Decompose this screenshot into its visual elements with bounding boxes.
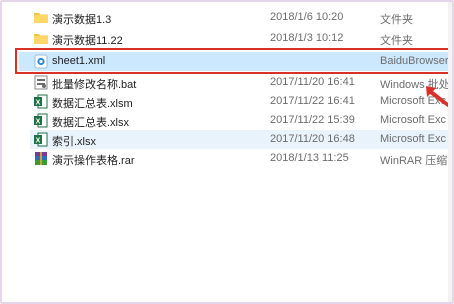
file-date: 2018/1/3 10:12 bbox=[270, 32, 344, 44]
file-date: 2017/11/20 16:41 bbox=[270, 76, 355, 88]
file-date: 2017/11/20 16:48 bbox=[270, 133, 355, 145]
file-name: 数据汇总表.xlsx bbox=[52, 117, 129, 129]
excel-file-icon: X bbox=[34, 132, 48, 147]
excel-file-icon: X bbox=[34, 113, 48, 128]
file-type: Microsoft Exc bbox=[380, 114, 447, 126]
svg-text:X: X bbox=[36, 138, 41, 145]
file-name: 演示数据1.3 bbox=[52, 14, 112, 26]
file-date: 2017/11/22 15:39 bbox=[270, 114, 355, 126]
file-name: 演示操作表格.rar bbox=[52, 155, 135, 167]
list-item[interactable]: 演示数据1.3 2018/1/6 10:20 文件夹 bbox=[30, 8, 454, 27]
list-item[interactable]: X 索引.xlsx 2017/11/20 16:48 Microsoft Exc bbox=[30, 130, 454, 149]
list-item[interactable]: 演示数据11.22 2018/1/3 10:12 文件夹 bbox=[30, 29, 454, 48]
file-type: WinRAR 压缩 bbox=[380, 155, 448, 167]
file-name: 数据汇总表.xlsm bbox=[52, 98, 133, 110]
file-list: 演示数据1.3 2018/1/6 10:20 文件夹 演示数据11.22 201… bbox=[0, 0, 454, 304]
list-item[interactable]: X 数据汇总表.xlsm 2017/11/22 16:41 Microsoft … bbox=[30, 92, 454, 111]
folder-icon bbox=[34, 10, 48, 25]
list-item[interactable]: 演示操作表格.rar 2018/1/13 11:25 WinRAR 压缩 bbox=[30, 149, 454, 168]
folder-icon bbox=[34, 31, 48, 46]
highlight-box bbox=[15, 48, 452, 74]
list-item[interactable]: X 数据汇总表.xlsx 2017/11/22 15:39 Microsoft … bbox=[30, 111, 454, 130]
svg-text:X: X bbox=[36, 119, 41, 126]
svg-text:X: X bbox=[36, 100, 41, 107]
excel-file-icon: X bbox=[34, 94, 48, 109]
file-date: 2017/11/22 16:41 bbox=[270, 95, 355, 107]
file-type: 文件夹 bbox=[380, 14, 413, 26]
scrollbar[interactable] bbox=[448, 0, 454, 304]
file-type: Microsoft Exc bbox=[380, 133, 447, 145]
file-type: 文件夹 bbox=[380, 35, 413, 47]
file-date: 2018/1/6 10:20 bbox=[270, 11, 344, 23]
rar-archive-icon bbox=[34, 151, 48, 166]
list-item[interactable]: 批量修改名称.bat 2017/11/20 16:41 Windows 批处 bbox=[30, 73, 454, 92]
file-date: 2018/1/13 11:25 bbox=[270, 152, 349, 164]
file-name: 批量修改名称.bat bbox=[52, 79, 137, 91]
file-name: 演示数据11.22 bbox=[52, 35, 123, 47]
batch-file-icon bbox=[34, 75, 48, 90]
file-name: 索引.xlsx bbox=[52, 136, 96, 148]
